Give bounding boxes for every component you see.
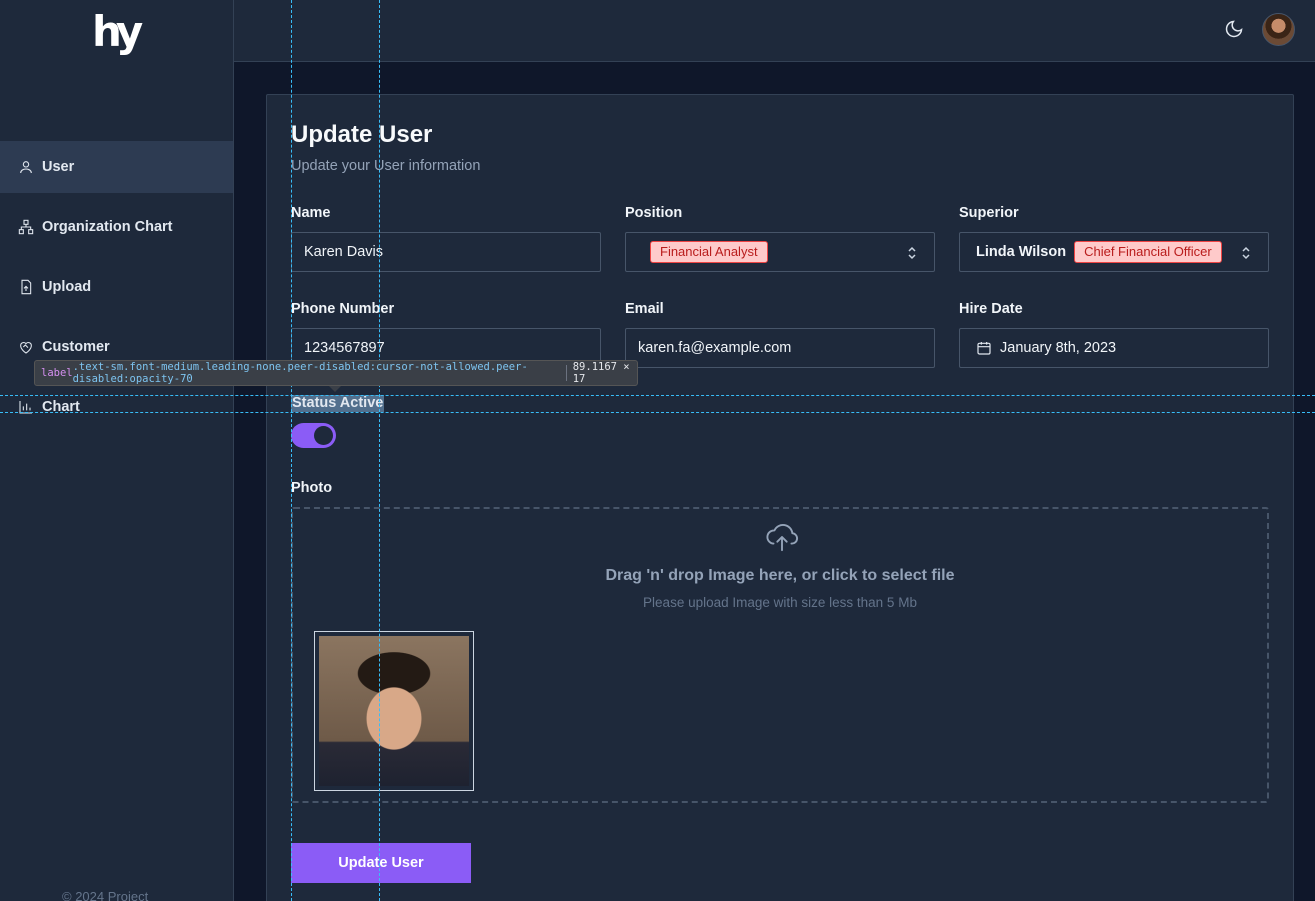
superior-select[interactable]: Linda Wilson Chief Financial Officer (959, 232, 1269, 272)
sidebar-item-organization-chart[interactable]: Organization Chart (0, 201, 233, 253)
heart-handshake-icon (20, 342, 32, 354)
dropzone-hint: Please upload Image with size less than … (643, 595, 917, 610)
devtools-guide-line (0, 395, 1315, 396)
sidebar-item-user[interactable]: User (0, 141, 233, 193)
tooltip-dimensions: 89.1167 × 17 (572, 361, 630, 385)
position-label: Position (625, 205, 683, 221)
email-value: karen.fa@example.com (638, 340, 792, 356)
name-value: Karen Davis (304, 244, 383, 260)
update-user-button[interactable]: Update User (291, 843, 471, 883)
hire-date-value: January 8th, 2023 (1000, 340, 1117, 356)
org-chart-icon (18, 219, 34, 235)
position-select[interactable]: Financial Analyst (625, 232, 935, 272)
sidebar-item-chart[interactable]: Chart (0, 381, 233, 433)
chevrons-up-down-icon (1242, 246, 1250, 260)
devtools-guide-line (379, 0, 380, 901)
cloud-upload-icon (766, 524, 798, 552)
user-avatar[interactable] (1262, 13, 1295, 46)
sidebar-item-label: User (42, 159, 75, 175)
devtools-guide-line (291, 0, 292, 901)
calendar-icon (977, 342, 991, 355)
profile-photo (319, 636, 469, 786)
photo-dropzone[interactable]: Drag 'n' drop Image here, or click to se… (291, 507, 1269, 803)
sidebar-item-label: Organization Chart (42, 219, 173, 235)
devtools-tooltip: label .text-sm.font-medium.leading-none.p… (34, 360, 638, 386)
photo-label: Photo (291, 480, 333, 496)
chevrons-up-down-icon (908, 246, 916, 260)
tooltip-separator (565, 365, 567, 381)
tooltip-tag: label (41, 367, 73, 379)
superior-badge: Chief Financial Officer (1074, 241, 1222, 263)
sidebar-item-upload[interactable]: Upload (0, 261, 233, 313)
superior-name: Linda Wilson (976, 244, 1067, 260)
tooltip-arrow (329, 386, 341, 392)
phone-value: 1234567897 (304, 340, 385, 356)
dropzone-text: Drag 'n' drop Image here, or click to se… (605, 567, 955, 584)
toggle-knob (314, 426, 333, 445)
email-field[interactable]: karen.fa@example.com (625, 328, 935, 368)
sidebar-footer: © 2024 Project (62, 889, 149, 901)
tooltip-classes: .text-sm.font-medium.leading-none.peer-d… (72, 361, 528, 385)
sidebar: hy User Organization Chart Upload Custom… (0, 0, 234, 901)
status-label: Status Active (291, 395, 385, 412)
devtools-guide-line (0, 412, 1315, 413)
app-logo[interactable]: hy (92, 4, 143, 62)
page-title: Update User (291, 121, 433, 148)
sidebar-nav: User Organization Chart Upload Customer … (0, 141, 233, 441)
moon-icon[interactable] (1224, 19, 1244, 39)
email-label: Email (625, 301, 664, 317)
sidebar-item-label: Customer (42, 339, 110, 355)
photo-preview (314, 631, 474, 791)
position-badge: Financial Analyst (650, 241, 768, 263)
sidebar-item-label: Upload (42, 279, 92, 295)
superior-label: Superior (959, 205, 1019, 221)
update-user-card: Update User Update your User information… (266, 94, 1294, 901)
top-header (234, 0, 1315, 62)
name-field[interactable]: Karen Davis (291, 232, 601, 272)
status-toggle[interactable] (291, 423, 336, 448)
hire-date-label: Hire Date (959, 301, 1023, 317)
name-label: Name (291, 205, 331, 221)
user-icon (20, 161, 32, 174)
page-subtitle: Update your User information (291, 158, 481, 174)
hire-date-picker[interactable]: January 8th, 2023 (959, 328, 1269, 368)
file-upload-icon (21, 279, 32, 295)
